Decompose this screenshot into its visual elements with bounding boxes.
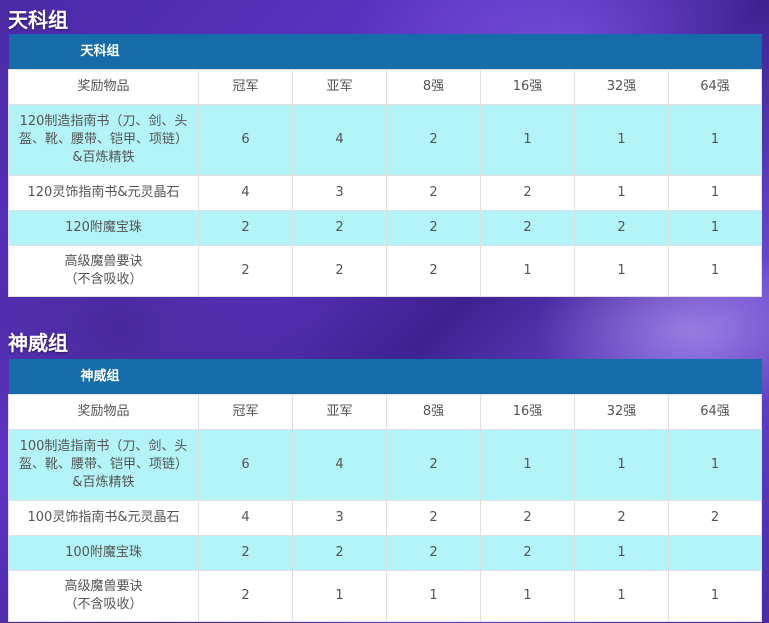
cell-value: 1: [292, 570, 387, 622]
cell-value: 2: [574, 210, 669, 246]
cell-value: 1: [386, 570, 481, 622]
table-row: 120附魔宝珠 2 2 2 2 2 1: [8, 210, 763, 246]
cell-value: 4: [292, 429, 387, 501]
rewards-table-tianke: 天科组 奖励物品 冠军 亚军 8强 16强 32强 64强 120制造指南书（刀…: [8, 34, 763, 297]
item-name: 高级魔兽要诀 （不含吸收）: [8, 245, 199, 297]
column-header: 亚军: [292, 69, 387, 105]
column-header: 亚军: [292, 394, 387, 430]
item-name: 120制造指南书（刀、剑、头 盔、靴、腰带、铠甲、项链） &百炼精铁: [8, 104, 199, 176]
cell-value: 1: [574, 104, 669, 176]
section-title-shenwei: 神威组: [8, 331, 68, 355]
cell-value: 1: [667, 210, 763, 246]
cell-value: 1: [480, 570, 575, 622]
cell-value: [667, 535, 763, 571]
cell-value: 2: [386, 104, 481, 176]
cell-value: 2: [480, 210, 575, 246]
cell-value: 2: [386, 210, 481, 246]
cell-value: 1: [667, 175, 763, 211]
cell-value: 2: [667, 500, 763, 536]
item-name: 100灵饰指南书&元灵晶石: [8, 500, 199, 536]
cell-value: 2: [480, 500, 575, 536]
rewards-table-shenwei: 神威组 奖励物品 冠军 亚军 8强 16强 32强 64强 100制造指南书（刀…: [8, 359, 763, 622]
column-header: 8强: [386, 69, 481, 105]
cell-value: 2: [386, 175, 481, 211]
cell-value: 2: [292, 535, 387, 571]
cell-value: 2: [386, 500, 481, 536]
column-header: 16强: [480, 69, 575, 105]
table-row: 120制造指南书（刀、剑、头 盔、靴、腰带、铠甲、项链） &百炼精铁 6 4 2…: [8, 104, 763, 176]
cell-value: 1: [574, 570, 669, 622]
column-header: 64强: [667, 394, 763, 430]
cell-value: 1: [480, 429, 575, 501]
cell-value: 3: [292, 500, 387, 536]
cell-value: 1: [574, 429, 669, 501]
cell-value: 2: [480, 175, 575, 211]
cell-value: 1: [667, 570, 763, 622]
table-row: 100制造指南书（刀、剑、头 盔、靴、腰带、铠甲、项链） &百炼精铁 6 4 2…: [8, 429, 763, 501]
cell-value: 2: [198, 535, 293, 571]
cell-value: 2: [386, 429, 481, 501]
column-header: 32强: [574, 394, 669, 430]
cell-value: 6: [198, 104, 293, 176]
table-row: 100灵饰指南书&元灵晶石 4 3 2 2 2 2: [8, 500, 763, 536]
table-row: 100附魔宝珠 2 2 2 2 1: [8, 535, 763, 571]
table-row: 高级魔兽要诀 （不含吸收） 2 2 2 1 1 1: [8, 245, 763, 297]
table-caption: 神威组: [8, 359, 762, 395]
cell-value: 2: [574, 500, 669, 536]
cell-value: 1: [480, 104, 575, 176]
cell-value: 2: [292, 210, 387, 246]
cell-value: 1: [480, 245, 575, 297]
column-header: 奖励物品: [8, 394, 199, 430]
cell-value: 1: [574, 175, 669, 211]
column-header: 奖励物品: [8, 69, 199, 105]
cell-value: 2: [386, 245, 481, 297]
item-name: 100附魔宝珠: [8, 535, 199, 571]
cell-value: 3: [292, 175, 387, 211]
cell-value: 1: [574, 535, 669, 571]
column-header: 冠军: [198, 394, 293, 430]
cell-value: 1: [574, 245, 669, 297]
cell-value: 2: [386, 535, 481, 571]
item-name: 120灵饰指南书&元灵晶石: [8, 175, 199, 211]
table-header-row: 奖励物品 冠军 亚军 8强 16强 32强 64强: [8, 394, 763, 430]
cell-value: 1: [667, 429, 763, 501]
cell-value: 4: [198, 175, 293, 211]
cell-value: 6: [198, 429, 293, 501]
table-caption-row: 天科组: [8, 34, 762, 70]
table-header-row: 奖励物品 冠军 亚军 8强 16强 32强 64强: [8, 69, 763, 105]
cell-value: 2: [480, 535, 575, 571]
column-header: 32强: [574, 69, 669, 105]
column-header: 8强: [386, 394, 481, 430]
cell-value: 2: [198, 210, 293, 246]
table-caption-row: 神威组: [8, 359, 762, 395]
cell-value: 2: [198, 245, 293, 297]
table-row: 120灵饰指南书&元灵晶石 4 3 2 2 1 1: [8, 175, 763, 211]
item-name: 120附魔宝珠: [8, 210, 199, 246]
table-row: 高级魔兽要诀 （不含吸收） 2 1 1 1 1 1: [8, 570, 763, 622]
cell-value: 2: [292, 245, 387, 297]
column-header: 16强: [480, 394, 575, 430]
cell-value: 2: [198, 570, 293, 622]
item-name: 100制造指南书（刀、剑、头 盔、靴、腰带、铠甲、项链） &百炼精铁: [8, 429, 199, 501]
column-header: 64强: [667, 69, 763, 105]
column-header: 冠军: [198, 69, 293, 105]
table-caption: 天科组: [8, 34, 762, 70]
cell-value: 1: [667, 245, 763, 297]
item-name: 高级魔兽要诀 （不含吸收）: [8, 570, 199, 622]
section-title-tianke: 天科组: [8, 8, 68, 32]
cell-value: 4: [198, 500, 293, 536]
cell-value: 1: [667, 104, 763, 176]
cell-value: 4: [292, 104, 387, 176]
